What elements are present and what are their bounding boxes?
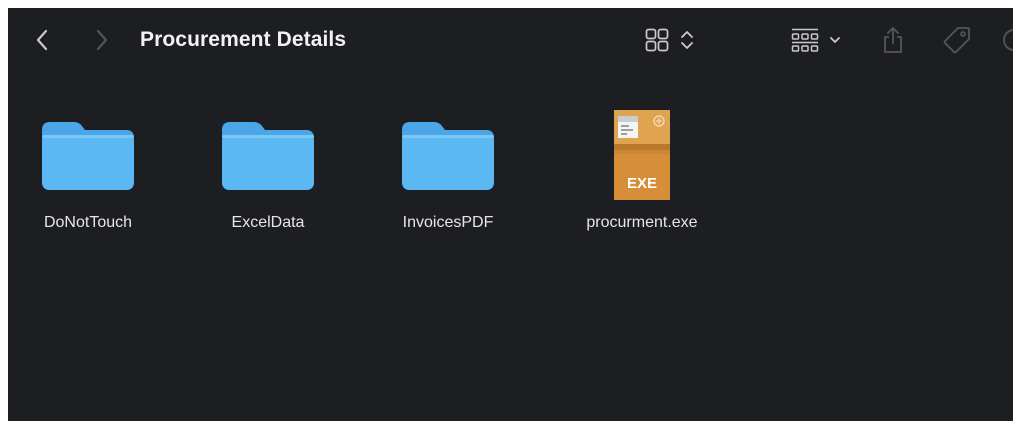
file-item-invoicespdf[interactable]: InvoicesPDF [368,108,528,248]
file-item-exceldata[interactable]: ExcelData [188,108,348,248]
file-grid: DoNotTouch ExcelData InvoicesPDF EXE pro… [8,108,1013,258]
more-button[interactable] [1002,22,1013,58]
file-icon-wrap: EXE [562,108,722,202]
share-icon [884,27,902,53]
file-item-procurment-exe[interactable]: EXE procurment.exe [562,108,722,248]
exe-package-icon: EXE [614,110,670,200]
group-by-icon [791,28,819,52]
file-icon-wrap [368,108,528,202]
file-name: InvoicesPDF [402,214,494,231]
icon-grid-view-icon [645,28,669,52]
chevron-up-down-icon [681,31,693,49]
chevron-down-icon [830,37,840,43]
chevron-right-icon [96,29,108,51]
finder-window: Procurement Details DoNotTouch ExcelData… [8,8,1013,421]
file-name: procurment.exe [586,214,698,231]
folder-icon [42,122,134,190]
tag-button[interactable] [940,22,974,58]
more-icon [1003,29,1013,51]
file-name: DoNotTouch [43,214,133,231]
window-title: Procurement Details [140,28,347,51]
file-name: ExcelData [231,214,305,231]
group-by-button[interactable] [784,22,848,58]
toolbar: Procurement Details [8,8,1013,72]
view-mode-button[interactable] [638,22,702,58]
file-icon-wrap [188,108,348,202]
chevron-left-icon [36,29,48,51]
exe-badge: EXE [627,175,657,192]
share-button[interactable] [878,22,908,58]
forward-button[interactable] [88,22,116,58]
tag-icon [943,27,970,54]
back-button[interactable] [28,22,56,58]
folder-icon [402,122,494,190]
file-item-donottouch[interactable]: DoNotTouch [8,108,168,248]
folder-icon [222,122,314,190]
file-icon-wrap [8,108,168,202]
